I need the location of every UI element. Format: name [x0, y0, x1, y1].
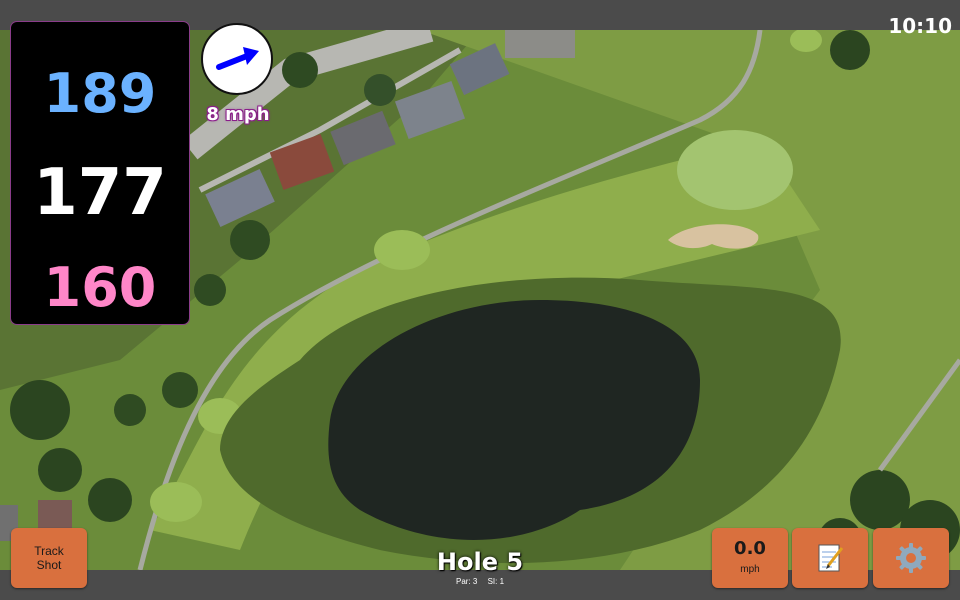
- track-shot-label-line2: Shot: [36, 558, 62, 572]
- notes-button[interactable]: [792, 528, 868, 588]
- clock: 10:10: [888, 14, 952, 38]
- speed-value: 0.0: [734, 538, 766, 559]
- wind-direction-indicator: [201, 23, 273, 95]
- hole-par: Par: 3: [455, 577, 478, 586]
- gear-icon: [896, 543, 926, 573]
- hole-title: Hole 5: [436, 548, 524, 576]
- arrow-right-icon: [216, 47, 259, 70]
- speed-unit: mph: [740, 564, 760, 575]
- hole-stroke-index: SI: 1: [487, 577, 505, 586]
- middle-distance: 177: [33, 156, 167, 230]
- back-distance: 189: [43, 62, 157, 125]
- track-shot-label-line1: Track: [34, 544, 64, 558]
- settings-button[interactable]: [873, 528, 949, 588]
- front-distance: 160: [43, 256, 157, 319]
- wind-speed: 8 mph: [206, 104, 270, 125]
- hole-info: Par: 3 SI: 1: [380, 577, 580, 586]
- notepad-icon: [818, 544, 844, 572]
- speed-button[interactable]: 0.0 mph: [712, 528, 788, 588]
- distance-panel: 189 177 160: [11, 22, 189, 324]
- track-shot-button[interactable]: Track Shot: [11, 528, 87, 588]
